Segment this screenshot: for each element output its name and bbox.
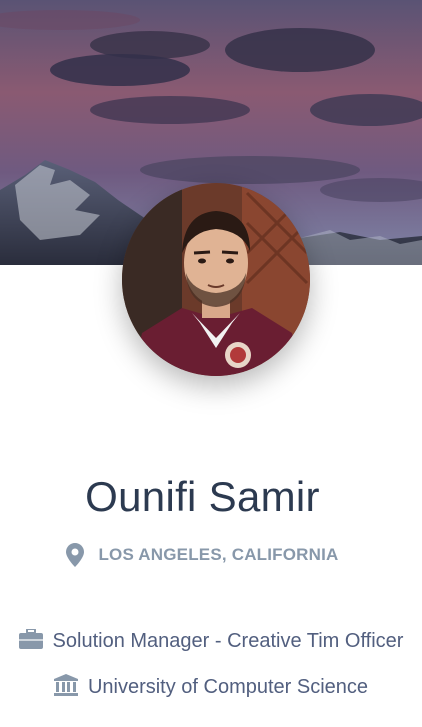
education-text: University of Computer Science <box>87 676 369 698</box>
job-title: Solution Manager - Creative Tim Officer <box>52 630 404 652</box>
university-icon <box>53 674 78 701</box>
profile-location: LOS ANGELES, CALIFORNIA <box>0 543 405 567</box>
education-row: University of Computer Science <box>0 674 422 701</box>
location-text: LOS ANGELES, CALIFORNIA <box>98 545 339 564</box>
profile-name: Ounifi Samir <box>85 473 320 520</box>
avatar <box>122 183 310 376</box>
map-pin-icon <box>66 543 85 567</box>
briefcase-icon <box>18 628 43 654</box>
profile-card: Ounifi Samir LOS ANGELES, CALIFORNIA Sol… <box>0 0 422 727</box>
job-row: Solution Manager - Creative Tim Officer <box>0 628 422 654</box>
